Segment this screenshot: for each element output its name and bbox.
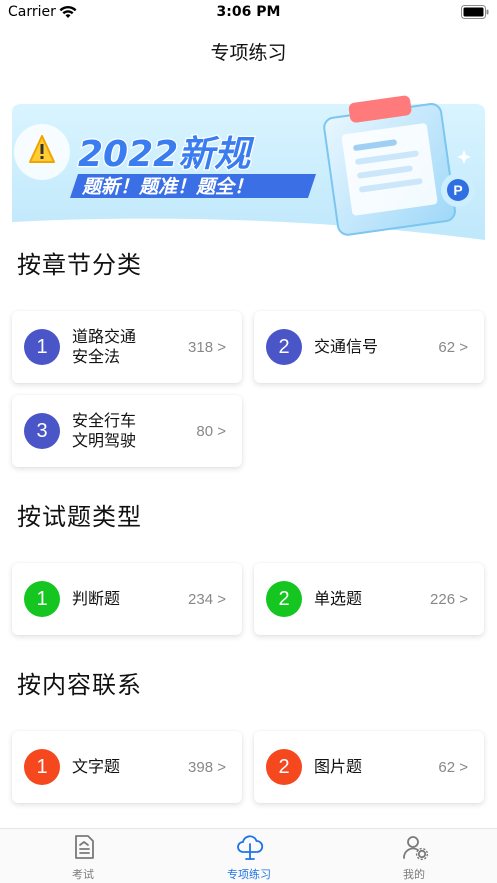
section-title-question-types: 按试题类型 <box>17 503 142 531</box>
item-count: 398 > <box>188 758 226 776</box>
content-item-2[interactable]: 2 图片题 62 > <box>254 731 484 803</box>
section-title-content: 按内容联系 <box>17 671 142 699</box>
practice-cloud-icon <box>237 835 264 860</box>
item-number-badge: 2 <box>266 581 302 617</box>
item-label: 安全行车 文明驾驶 <box>72 411 137 450</box>
exam-paper-icon <box>75 835 94 859</box>
tab-practice[interactable]: 专项练习 <box>166 829 332 883</box>
banner-tagline: 题新！题准！题全！ <box>81 176 253 198</box>
question-type-item-1[interactable]: 1 判断题 234 > <box>12 563 242 635</box>
clock: 3:06 PM <box>216 4 281 20</box>
page-title: 专项练习 <box>210 42 287 64</box>
section-title-chapters: 按章节分类 <box>17 251 142 279</box>
tab-exam[interactable]: 考试 <box>0 829 166 883</box>
parking-sign-icon: P <box>441 173 475 207</box>
battery-icon <box>461 5 489 19</box>
item-number-badge: 1 <box>24 581 60 617</box>
tab-label: 专项练习 <box>227 868 271 881</box>
item-number-badge: 3 <box>24 413 60 449</box>
item-count: 80 > <box>196 422 226 440</box>
item-count: 234 > <box>188 590 226 608</box>
item-number-badge: 2 <box>266 329 302 365</box>
status-bar: Carrier 3:06 PM <box>0 0 497 26</box>
item-number-badge: 2 <box>266 749 302 785</box>
chapter-item-2[interactable]: 2 交通信号 62 > <box>254 311 484 383</box>
item-label: 单选题 <box>314 589 363 608</box>
banner-2022-rules[interactable]: P 2022新规 题新！题准！题全！ <box>12 90 485 240</box>
item-count: 62 > <box>438 758 468 776</box>
item-count: 226 > <box>430 590 468 608</box>
question-type-item-2[interactable]: 2 单选题 226 > <box>254 563 484 635</box>
item-label: 道路交通 安全法 <box>72 327 137 366</box>
item-label: 图片题 <box>314 757 363 776</box>
item-number-badge: 1 <box>24 749 60 785</box>
tab-bar: 考试 专项练习 我的 <box>0 828 497 883</box>
chapter-item-1[interactable]: 1 道路交通 安全法 318 > <box>12 311 242 383</box>
tab-profile[interactable]: 我的 <box>331 829 497 883</box>
banner-headline: 2022新规 <box>78 134 255 175</box>
item-label: 判断题 <box>72 589 121 608</box>
item-label: 文字题 <box>72 757 121 776</box>
item-number-badge: 1 <box>24 329 60 365</box>
tab-label: 考试 <box>72 868 94 881</box>
warning-sign-icon <box>14 124 70 180</box>
item-label: 交通信号 <box>314 337 379 356</box>
content-item-1[interactable]: 1 文字题 398 > <box>12 731 242 803</box>
tab-label: 我的 <box>403 868 425 881</box>
svg-text:P: P <box>453 182 462 198</box>
item-count: 318 > <box>188 338 226 356</box>
item-count: 62 > <box>438 338 468 356</box>
chapter-item-3[interactable]: 3 安全行车 文明驾驶 80 > <box>12 395 242 467</box>
profile-gear-icon <box>403 836 429 861</box>
